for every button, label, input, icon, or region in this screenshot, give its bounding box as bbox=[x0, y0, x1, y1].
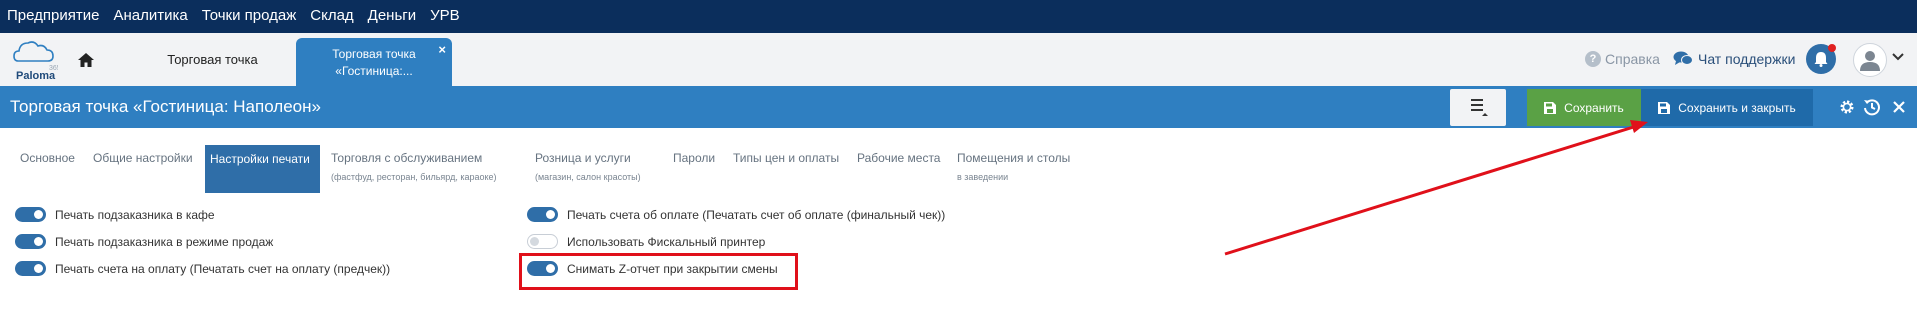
annotation-arrow bbox=[1224, 120, 1648, 256]
